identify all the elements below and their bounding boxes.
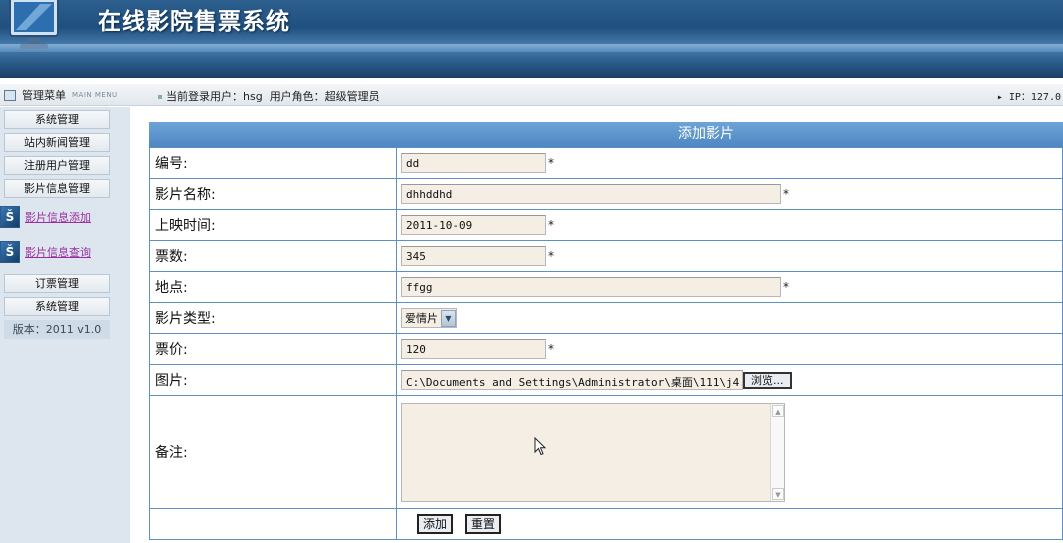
price-cell: 120 * — [396, 333, 1063, 365]
info-bar: 管理菜单 MAIN MENU 当前登录用户：hsg 用户角色：超级管理员 ▸ I… — [0, 84, 1063, 106]
sidebar-link-query-movie[interactable]: Š 影片信息查询 — [0, 239, 120, 265]
location-cell: ffgg * — [396, 271, 1063, 303]
location-input[interactable]: ffgg — [401, 277, 781, 297]
required-mark: * — [783, 187, 789, 201]
name-input[interactable]: dhhddhd — [401, 184, 781, 204]
form-title: 添加影片 — [149, 122, 1063, 147]
ip-info: ▸ IP：127.0 — [996, 92, 1061, 103]
app-header: 在线影院售票系统 — [0, 0, 1063, 78]
version-label: 版本：2011 v1.0 — [4, 320, 110, 339]
app-title: 在线影院售票系统 — [98, 8, 290, 35]
price-label: 票价: — [149, 333, 397, 365]
note-scrollbar[interactable]: ▲ ▼ — [770, 403, 784, 501]
buttons-cell: 添加 重置 — [396, 508, 1063, 540]
type-cell: 爱情片 ▼ — [396, 302, 1063, 334]
monitor-icon — [9, 0, 59, 49]
chevron-down-icon[interactable]: ▼ — [441, 309, 456, 327]
buttons-label-cell — [149, 508, 397, 540]
release-date-label: 上映时间: — [149, 209, 397, 241]
browse-button[interactable]: 浏览... — [743, 371, 792, 389]
id-cell: dd * — [396, 147, 1063, 179]
sidebar-divider — [118, 107, 130, 543]
header-stripe — [0, 44, 1063, 52]
sidebar-link-label[interactable]: 影片信息查询 — [25, 244, 91, 260]
menu-title: 管理菜单 MAIN MENU — [4, 87, 118, 103]
sidebar-item-movie-management[interactable]: 影片信息管理 — [4, 179, 110, 198]
current-user: hsg — [243, 90, 263, 103]
reset-button[interactable]: 重置 — [465, 514, 502, 534]
mouse-cursor-icon — [534, 437, 547, 456]
name-label: 影片名称: — [149, 178, 397, 210]
sidebar-link-add-movie[interactable]: Š 影片信息添加 — [0, 204, 120, 230]
sidebar-item-system-management-2[interactable]: 系统管理 — [4, 297, 110, 316]
sidebar-item-booking-management[interactable]: 订票管理 — [4, 274, 110, 293]
menu-icon — [4, 89, 16, 101]
sidebar-link-label[interactable]: 影片信息添加 — [25, 209, 91, 225]
id-input[interactable]: dd — [401, 153, 546, 173]
role-value: 超级管理员 — [324, 90, 380, 103]
note-cell: ▲ ▼ — [396, 395, 1063, 509]
price-input[interactable]: 120 — [401, 339, 546, 359]
note-label: 备注: — [149, 395, 397, 509]
tickets-input[interactable]: 345 — [401, 246, 546, 266]
release-date-cell: 2011-10-09 * — [396, 209, 1063, 241]
scroll-down-icon[interactable]: ▼ — [772, 487, 784, 500]
image-label: 图片: — [149, 364, 397, 396]
bullet-icon — [158, 95, 162, 99]
user-info: 当前登录用户：hsg 用户角色：超级管理员 — [158, 88, 380, 104]
id-label: 编号: — [149, 147, 397, 179]
release-date-input[interactable]: 2011-10-09 — [401, 215, 546, 235]
note-textarea[interactable]: ▲ ▼ — [401, 402, 785, 502]
role-label: 用户角色： — [269, 90, 325, 103]
form-table: 编号: dd * 影片名称: dhhddhd * 上映时间: 2011-10-09 *… — [149, 147, 1063, 540]
sidebar-item-system-management[interactable]: 系统管理 — [4, 110, 110, 129]
movie-query-icon: Š — [0, 241, 20, 263]
sidebar-item-user-management[interactable]: 注册用户管理 — [4, 156, 110, 175]
menu-title-label: 管理菜单 — [22, 89, 66, 102]
add-button[interactable]: 添加 — [417, 514, 454, 534]
image-path-input[interactable]: C:\Documents and Settings\Administrator\… — [401, 370, 743, 390]
menu-subtitle: MAIN MENU — [72, 91, 118, 99]
required-mark: * — [548, 249, 554, 263]
required-mark: * — [548, 156, 554, 170]
add-movie-form: 添加影片 编号: dd * 影片名称: dhhddhd * 上映时间: 2011-1… — [149, 122, 1063, 543]
tickets-cell: 345 * — [396, 240, 1063, 272]
sidebar: 系统管理 站内新闻管理 注册用户管理 影片信息管理 Š 影片信息添加 Š 影片信… — [0, 107, 130, 543]
required-mark: * — [548, 342, 554, 356]
type-select[interactable]: 爱情片 ▼ — [401, 308, 457, 328]
tickets-label: 票数: — [149, 240, 397, 272]
image-cell: C:\Documents and Settings\Administrator\… — [396, 364, 1063, 396]
type-select-value: 爱情片 — [405, 312, 438, 325]
sidebar-item-news-management[interactable]: 站内新闻管理 — [4, 133, 110, 152]
type-label: 影片类型: — [149, 302, 397, 334]
current-user-label: 当前登录用户： — [166, 90, 243, 103]
scroll-up-icon[interactable]: ▲ — [772, 404, 784, 417]
movie-add-icon: Š — [0, 206, 20, 228]
required-mark: * — [783, 280, 789, 294]
required-mark: * — [548, 218, 554, 232]
name-cell: dhhddhd * — [396, 178, 1063, 210]
location-label: 地点: — [149, 271, 397, 303]
